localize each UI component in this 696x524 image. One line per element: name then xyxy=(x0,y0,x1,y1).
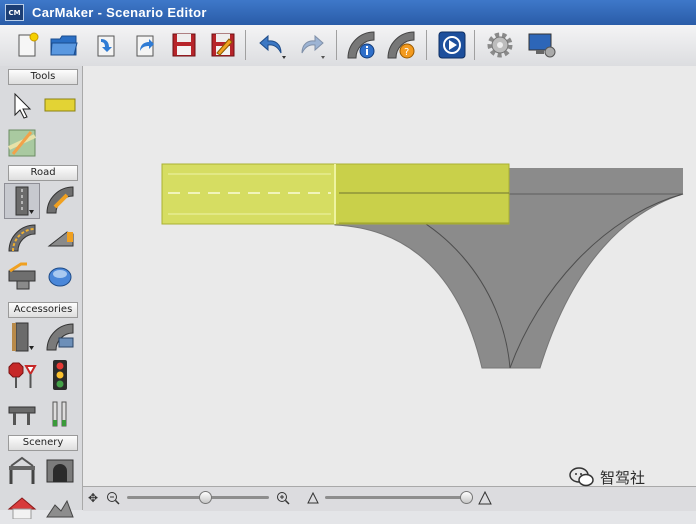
redo-icon xyxy=(301,34,325,59)
svg-text:?: ? xyxy=(404,47,409,58)
undo-button[interactable] xyxy=(256,29,288,61)
new-file-icon xyxy=(18,32,39,57)
zoom-slider[interactable] xyxy=(127,496,269,499)
road-help-button[interactable]: ? xyxy=(386,29,418,61)
map-icon xyxy=(8,129,36,157)
new-file-button[interactable] xyxy=(11,29,43,61)
bollard-button[interactable] xyxy=(43,396,77,430)
wechat-icon xyxy=(569,467,594,487)
bollard-icon xyxy=(52,401,67,427)
section-label-road: Road xyxy=(8,165,78,181)
display-settings-button[interactable] xyxy=(525,29,557,61)
road-network-view[interactable] xyxy=(83,66,696,486)
lane-marking-icon xyxy=(12,322,34,352)
toolbar-separator xyxy=(474,30,475,60)
tunnel-icon xyxy=(46,459,74,483)
road-info-button[interactable] xyxy=(346,29,378,61)
guardrail-icon xyxy=(8,406,36,425)
bridge-button[interactable] xyxy=(5,453,39,487)
terrain-icon xyxy=(46,499,74,518)
selected-road-segment-left[interactable] xyxy=(161,163,336,225)
window-title: CarMaker - Scenario Editor xyxy=(32,5,207,20)
zoom-in-icon[interactable] xyxy=(275,490,291,506)
road-info-icon xyxy=(347,31,375,59)
lane-marking-button[interactable] xyxy=(5,320,39,354)
title-bar: CM CarMaker - Scenario Editor xyxy=(0,0,696,25)
play-icon xyxy=(438,31,466,59)
toolbar-separator xyxy=(426,30,427,60)
height-high-icon[interactable] xyxy=(477,490,493,506)
right-road-segment[interactable] xyxy=(509,168,683,194)
traffic-light-button[interactable] xyxy=(43,358,77,392)
straight-road-icon xyxy=(15,186,34,216)
curve-road-icon xyxy=(46,186,74,214)
toolbar-separator xyxy=(336,30,337,60)
settings-button[interactable] xyxy=(484,29,516,61)
road-help-icon: ? xyxy=(387,31,415,59)
height-slider[interactable] xyxy=(325,496,473,499)
play-button[interactable] xyxy=(436,29,468,61)
curve-road-alt-button[interactable] xyxy=(5,221,39,255)
ramp-icon xyxy=(47,231,74,247)
section-label-accessories: Accessories xyxy=(8,302,78,318)
watermark: 智驾社 xyxy=(568,466,645,488)
height-slider-thumb[interactable] xyxy=(459,491,473,504)
import-button[interactable] xyxy=(90,29,122,61)
redo-button[interactable] xyxy=(296,29,328,61)
roundabout-button[interactable] xyxy=(43,259,77,293)
pan-icon[interactable]: ✥ xyxy=(85,490,101,506)
tunnel-button[interactable] xyxy=(43,453,77,487)
traffic-sign-button[interactable] xyxy=(5,358,39,392)
junction-icon xyxy=(8,262,36,290)
folder-icon xyxy=(50,35,78,56)
selection-rectangle-icon xyxy=(44,98,76,112)
road-vehicle-icon xyxy=(46,323,74,351)
roundabout-icon xyxy=(48,267,72,287)
export-button[interactable] xyxy=(129,29,161,61)
save-button[interactable] xyxy=(168,29,200,61)
app-icon: CM xyxy=(5,4,24,21)
ramp-road-button[interactable] xyxy=(43,221,77,255)
pointer-icon xyxy=(14,92,32,119)
gear-icon xyxy=(487,32,513,58)
section-label-scenery: Scenery xyxy=(8,435,78,451)
curve-road-dashed-icon xyxy=(8,224,36,252)
guardrail-button[interactable] xyxy=(5,396,39,430)
floppy-icon xyxy=(172,33,196,57)
export-icon xyxy=(136,35,154,57)
bridge-icon xyxy=(9,456,35,484)
select-tool-button[interactable] xyxy=(5,88,39,122)
zoom-bar: ✥ xyxy=(83,486,696,511)
main-toolbar: ? xyxy=(0,25,696,67)
height-low-icon[interactable] xyxy=(305,490,321,506)
straight-road-button[interactable] xyxy=(4,183,40,219)
map-tool-button[interactable] xyxy=(5,126,39,160)
scenario-canvas[interactable] xyxy=(83,66,696,486)
zoom-out-icon[interactable] xyxy=(105,490,121,506)
house-icon xyxy=(7,497,37,519)
open-button[interactable] xyxy=(48,29,80,61)
curve-road-button[interactable] xyxy=(43,183,77,217)
vehicle-path-button[interactable] xyxy=(43,320,77,354)
save-as-button[interactable] xyxy=(207,29,239,61)
section-label-tools: Tools xyxy=(8,69,78,85)
import-icon xyxy=(97,35,115,57)
house-button[interactable] xyxy=(5,490,39,524)
stop-sign-icon xyxy=(8,362,37,388)
selection-rect-tool-button[interactable] xyxy=(43,88,77,122)
zoom-slider-thumb[interactable] xyxy=(199,491,213,504)
traffic-light-icon xyxy=(53,360,67,390)
tool-sidebar: Tools Road Accessories Scenery xyxy=(0,66,83,519)
selected-road-segment-middle[interactable] xyxy=(334,163,510,225)
junction-road-button[interactable] xyxy=(5,259,39,293)
undo-icon xyxy=(259,34,286,59)
terrain-button[interactable] xyxy=(43,490,77,524)
monitor-gear-icon xyxy=(528,33,556,58)
floppy-pencil-icon xyxy=(211,33,235,57)
watermark-text: 智驾社 xyxy=(600,468,646,487)
toolbar-separator xyxy=(245,30,246,60)
